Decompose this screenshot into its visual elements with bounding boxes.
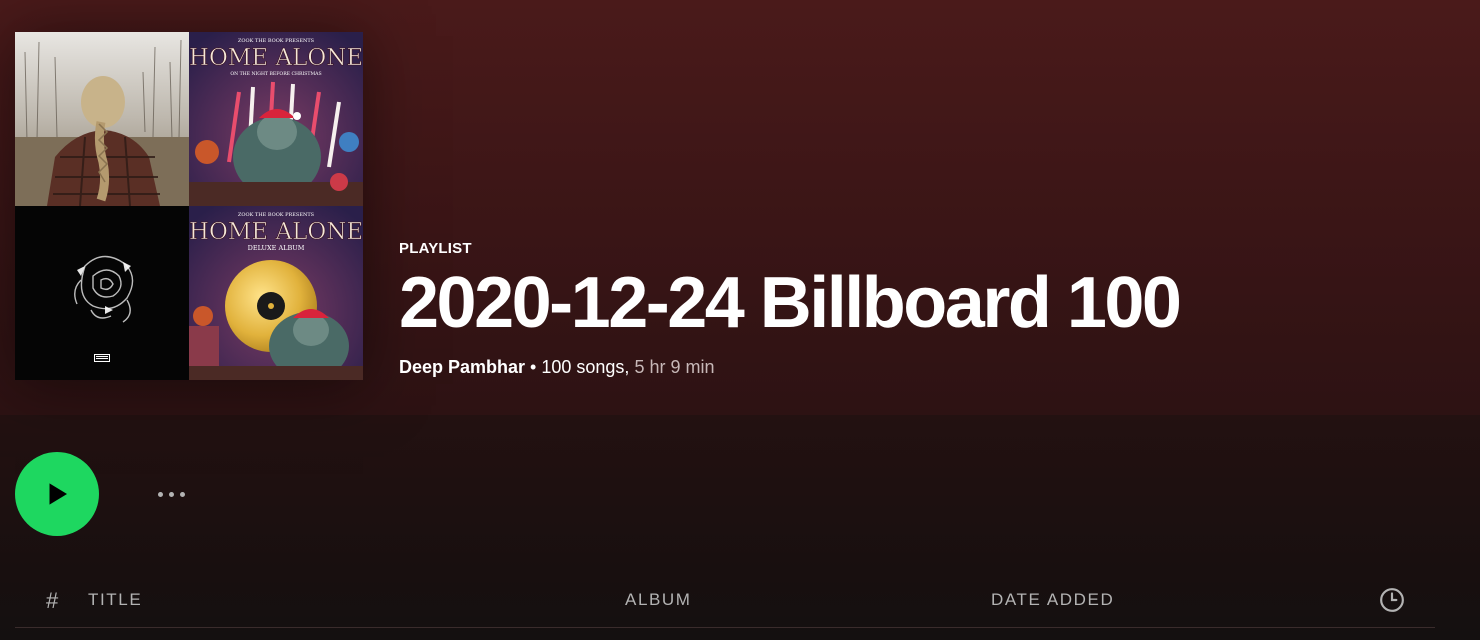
cover-tile-1 [15,32,189,206]
column-number: # [46,588,59,613]
cover-black-rose-image [15,206,189,380]
cover-2-top-text: ZOOK THE BOOK PRESENTS [238,38,315,44]
clock-icon [1380,588,1404,612]
playlist-song-count: 100 songs, [541,357,630,377]
cover-home-alone-deluxe-image: ZOOK THE BOOK PRESENTS HOME ALONE DELUXE… [189,206,363,380]
playlist-owner-link[interactable]: Deep Pambhar [399,357,525,377]
playlist-cover-mosaic[interactable]: ZOOK THE BOOK PRESENTS HOME ALONE ON THE… [15,32,363,380]
playlist-title[interactable]: 2020-12-24 Billboard 100 [399,267,1182,339]
more-options-icon [168,491,174,497]
cover-home-alone-image: ZOOK THE BOOK PRESENTS HOME ALONE ON THE… [189,32,363,206]
play-button[interactable] [15,452,99,536]
playlist-duration: 5 hr 9 min [634,357,715,377]
cover-tile-2: ZOOK THE BOOK PRESENTS HOME ALONE ON THE… [189,32,363,206]
playlist-type-label: PLAYLIST [399,240,472,257]
meta-separator: • [525,357,542,377]
more-options-icon [157,491,163,497]
more-options-button[interactable] [148,480,194,508]
column-duration[interactable] [1379,587,1405,613]
cover-2-subtitle: ON THE NIGHT BEFORE CHRISTMAS [230,71,321,77]
column-title[interactable]: TITLE [88,590,142,610]
play-icon [49,483,67,505]
column-album[interactable]: ALBUM [625,590,692,610]
cover-4-subtitle: DELUXE ALBUM [248,244,305,252]
playlist-info: PLAYLIST 2020-12-24 Billboard 100 Deep P… [399,240,1182,378]
more-options-icon [179,491,185,497]
column-date-added[interactable]: DATE ADDED [991,590,1114,610]
cover-2-title: HOME ALONE [189,45,363,71]
cover-4-top-text: ZOOK THE BOOK PRESENTS [238,212,315,218]
cover-4-title: HOME ALONE [189,219,363,245]
cover-woman-braid-image [15,32,189,206]
tracklist-column-header: # TITLE ALBUM DATE ADDED [15,584,1435,628]
cover-tile-3 [15,206,189,380]
cover-tile-4: ZOOK THE BOOK PRESENTS HOME ALONE DELUXE… [189,206,363,380]
playlist-meta: Deep Pambhar • 100 songs, 5 hr 9 min [399,357,1179,378]
